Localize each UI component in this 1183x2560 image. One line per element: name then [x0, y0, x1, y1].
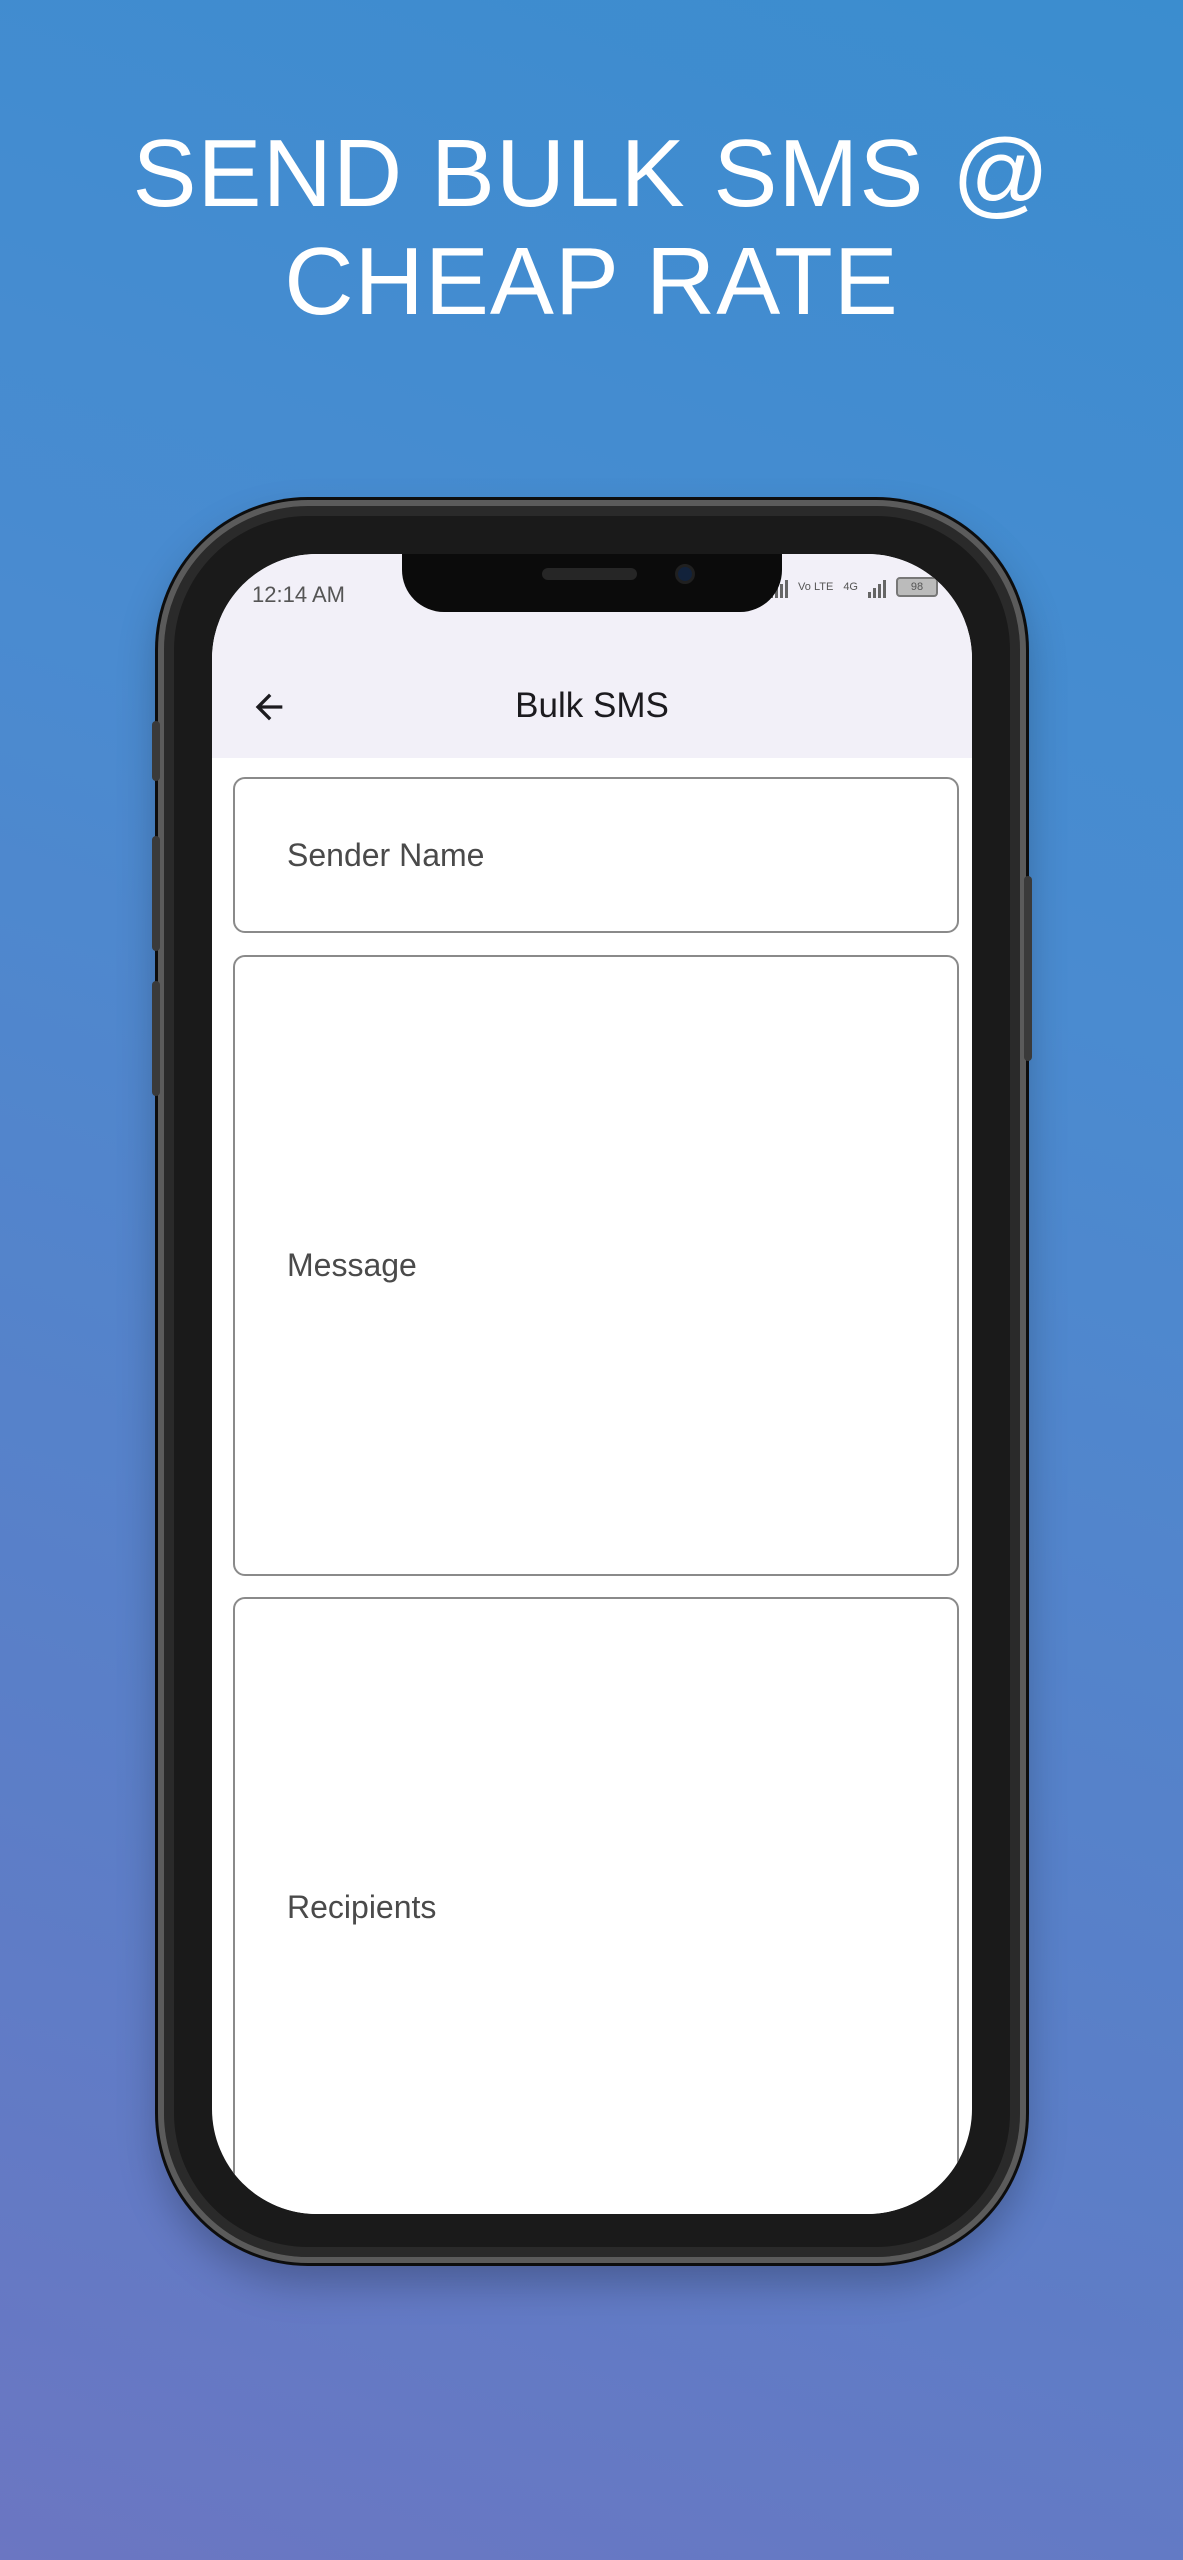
phone-power-button — [1024, 876, 1032, 1061]
headline-line-1: SEND BULK SMS @ — [132, 120, 1051, 227]
phone-mockup: 12:14 AM 4G Vo LTE 4G 98 Bulk SMS — [152, 500, 1032, 2263]
headline-line-2: CHEAP RATE — [284, 228, 899, 335]
sender-name-label: Sender Name — [287, 837, 485, 873]
phone-screen: 12:14 AM 4G Vo LTE 4G 98 Bulk SMS — [212, 554, 972, 2214]
front-camera-icon — [675, 564, 695, 584]
status-time: 12:14 AM — [252, 582, 345, 607]
signal-strength-icon-2 — [868, 576, 886, 598]
network-4g-label-2: 4G — [843, 581, 858, 593]
sender-name-field[interactable]: Sender Name — [233, 777, 959, 933]
page-title: Bulk SMS — [515, 686, 669, 725]
phone-mute-switch — [152, 721, 160, 781]
recipients-field[interactable]: Recipients — [233, 1597, 959, 2214]
promo-headline: SEND BULK SMS @ CHEAP RATE — [0, 120, 1183, 336]
speaker-grille — [542, 568, 637, 580]
recipients-label: Recipients — [287, 1889, 437, 1925]
battery-level: 98 — [910, 581, 924, 593]
app-bar: Bulk SMS — [212, 654, 972, 758]
battery-icon: 98 — [896, 577, 938, 597]
phone-notch — [402, 554, 782, 612]
volte-label: Vo LTE — [798, 581, 834, 593]
phone-volume-up — [152, 836, 160, 951]
message-field[interactable]: Message — [233, 955, 959, 1576]
message-label: Message — [287, 1247, 417, 1283]
phone-volume-down — [152, 981, 160, 1096]
